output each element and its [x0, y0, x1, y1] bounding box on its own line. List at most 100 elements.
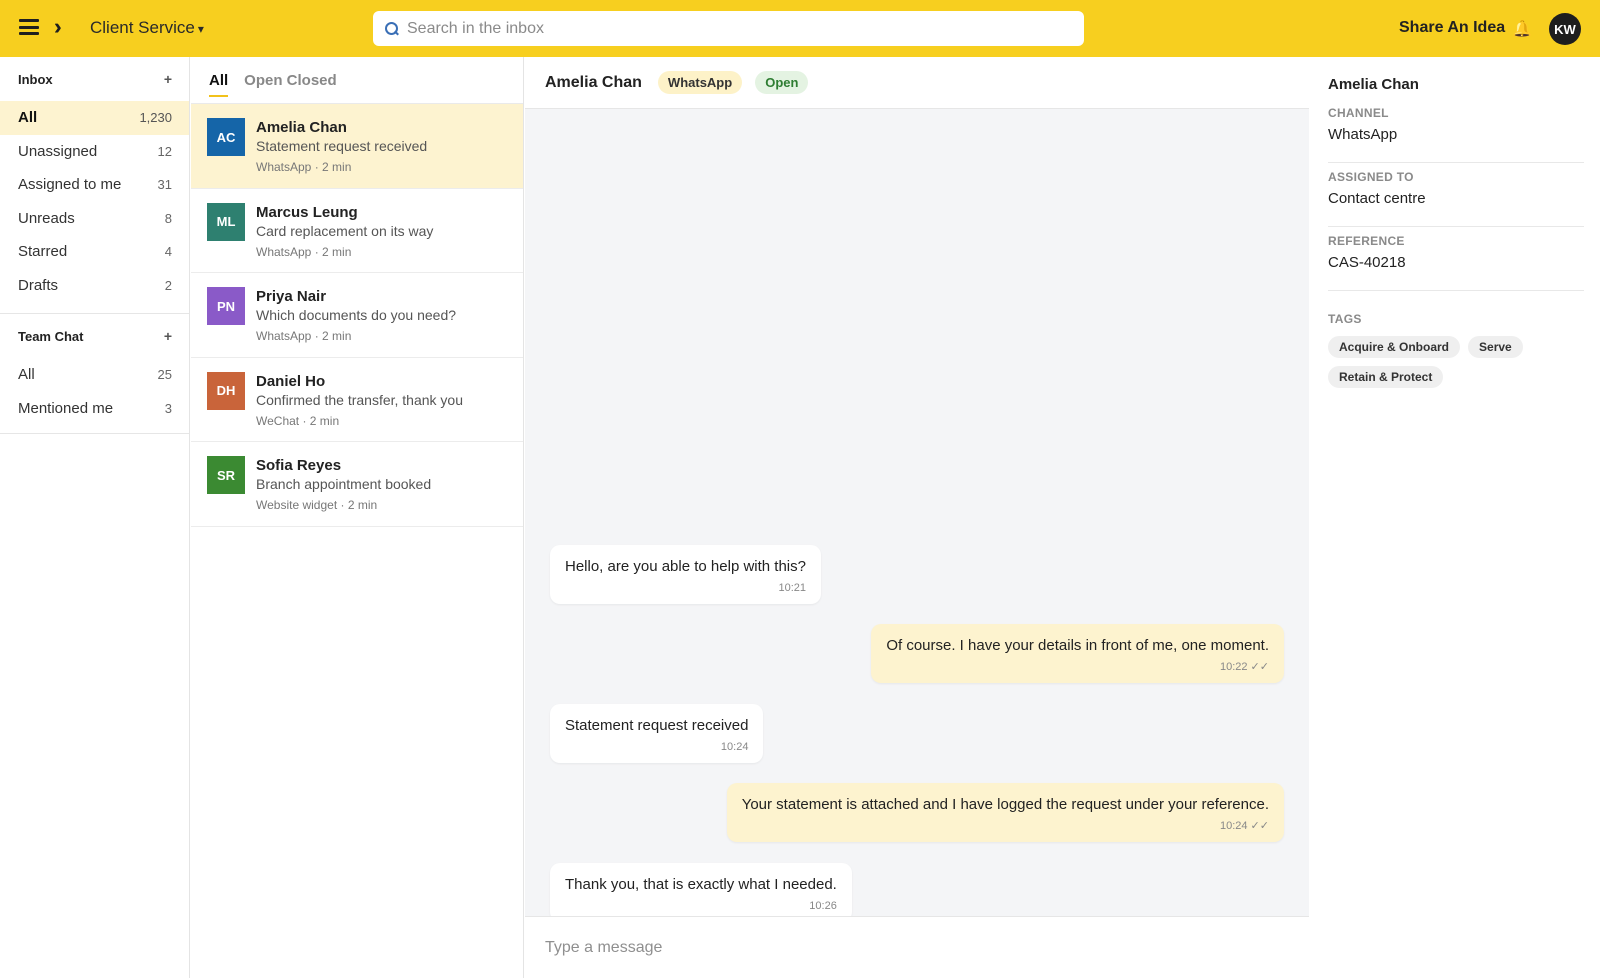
- count-badge: 2: [164, 277, 172, 293]
- conversation-body: Sofia Reyes Branch appointment booked Webs…: [256, 456, 431, 526]
- conversation-meta: WhatsApp · 2 min: [256, 244, 352, 259]
- message-input[interactable]: [545, 938, 1245, 957]
- outgoing-message: Your statement is attached and I have lo…: [726, 783, 1284, 842]
- detail-label: REFERENCE: [1328, 234, 1405, 248]
- expand-sidebar-icon[interactable]: ››: [54, 15, 59, 39]
- add-team-chat-icon[interactable]: +: [164, 328, 172, 344]
- workspace-label: Client Service: [90, 18, 195, 37]
- message-timestamp: 10:21: [778, 582, 806, 594]
- conversation-body: Daniel Ho Confirmed the transfer, thank y…: [256, 372, 463, 442]
- count-badge: 3: [164, 400, 172, 416]
- conversation-item[interactable]: DH Daniel Ho Confirmed the transfer, thank…: [191, 358, 523, 442]
- tag-chip[interactable]: Retain & Protect: [1328, 366, 1444, 388]
- count-badge: 12: [157, 143, 172, 159]
- message-preview: Confirmed the transfer, thank you: [256, 391, 463, 408]
- message-preview: Which documents do you need?: [256, 307, 457, 323]
- message-timestamp: 10:24: [720, 741, 749, 753]
- sidebar-item-label: Assigned to me: [18, 176, 122, 194]
- chevron-down-icon: ▾: [197, 22, 204, 36]
- add-inbox-icon[interactable]: +: [164, 71, 172, 87]
- sidebar-item-label: Unassigned: [18, 142, 98, 160]
- incoming-message: Statement request received 10:24: [550, 704, 764, 763]
- menu-icon[interactable]: [19, 19, 39, 35]
- inbox-section: Inbox + All 1,230 Unassigned 12 Assigned to …: [0, 57, 189, 314]
- sidebar-item-label: All: [18, 366, 35, 384]
- contact-details-panel: Amelia Chan CHANNEL WhatsApp ASSIGNED TO Co…: [1310, 57, 1600, 978]
- count-badge: 8: [164, 210, 172, 226]
- conversation-item[interactable]: AC Amelia Chan Statement request received W…: [191, 104, 523, 189]
- tab-all[interactable]: All: [209, 57, 229, 104]
- contact-avatar: SR: [207, 456, 245, 494]
- composer: [525, 916, 1309, 978]
- conversation-meta: WeChat · 2 min: [256, 413, 340, 428]
- incoming-message: Thank you, that is exactly what I needed…: [550, 863, 852, 922]
- inbox-item-unassigned[interactable]: Unassigned 12: [0, 135, 189, 169]
- tag-chip[interactable]: Acquire & Onboard: [1328, 336, 1461, 358]
- bell-icon[interactable]: 🔔: [1512, 19, 1532, 39]
- conversation-item[interactable]: SR Sofia Reyes Branch appointment booked We…: [191, 442, 523, 527]
- incoming-message: Hello, are you able to help with this? 10…: [550, 545, 821, 604]
- conversation-meta: WhatsApp · 2 min: [256, 329, 352, 343]
- detail-reference: REFERENCE CAS-40218: [1328, 227, 1584, 291]
- inbox-header: Inbox +: [0, 57, 189, 101]
- workspace-switcher[interactable]: Client Service ▾: [90, 18, 204, 38]
- tag-chip[interactable]: Serve: [1468, 336, 1523, 358]
- share-idea-button[interactable]: Share An Idea: [1399, 19, 1505, 37]
- message-timestamp: 10:24 ✓✓: [1219, 820, 1269, 832]
- message-text: Thank you, that is exactly what I needed…: [565, 876, 837, 893]
- contact-avatar: AC: [207, 118, 245, 156]
- team-chat-title: Team Chat: [18, 328, 84, 344]
- message-timestamp: 10:22 ✓✓: [1219, 661, 1269, 673]
- chat-contact-name: Amelia Chan: [545, 73, 642, 91]
- message-preview: Card replacement on its way: [256, 222, 434, 239]
- contact-name: Sofia Reyes: [256, 457, 342, 474]
- message-preview: Statement request received: [256, 138, 428, 154]
- inbox-item-starred[interactable]: Starred 4: [0, 235, 189, 269]
- user-avatar[interactable]: KW: [1549, 13, 1581, 45]
- team-chat-item-mentioned-me[interactable]: Mentioned me 3: [0, 392, 189, 426]
- message-text: Statement request received: [565, 717, 749, 734]
- conversation-tabs: All Open Closed: [191, 57, 523, 104]
- search-input[interactable]: [407, 19, 1047, 38]
- contact-name: Daniel Ho: [256, 372, 326, 390]
- inbox-item-drafts[interactable]: Drafts 2: [0, 269, 189, 303]
- detail-label: ASSIGNED TO: [1328, 170, 1414, 184]
- conversation-meta: Website widget · 2 min: [256, 498, 378, 512]
- conversation-body: Marcus Leung Card replacement on its way W…: [256, 203, 433, 273]
- chat-header: Amelia Chan WhatsApp Open: [525, 57, 1309, 109]
- sidebar-item-label: Drafts: [18, 276, 59, 294]
- conversation-item[interactable]: PN Priya Nair Which documents do you need?…: [191, 273, 523, 358]
- conversation-body: Amelia Chan Statement request received Wha…: [256, 118, 427, 188]
- status-badge[interactable]: Open: [755, 71, 809, 94]
- chat-panel: Amelia Chan WhatsApp Open Hello, are you…: [525, 57, 1309, 978]
- message-text: Of course. I have your details in front …: [886, 637, 1269, 654]
- details-contact-name: Amelia Chan: [1328, 76, 1419, 93]
- conversation-meta: WhatsApp · 2 min: [256, 160, 352, 174]
- count-badge: 25: [157, 367, 172, 383]
- contact-avatar: PN: [207, 287, 245, 325]
- message-text: Hello, are you able to help with this?: [565, 558, 806, 575]
- contact-name: Marcus Leung: [256, 203, 358, 221]
- contact-avatar: DH: [207, 371, 245, 410]
- detail-value: CAS-40218: [1328, 254, 1406, 271]
- tag-list: Acquire & Onboard Serve Retain & Protect: [1328, 336, 1584, 396]
- channel-badge: WhatsApp: [657, 71, 743, 94]
- team-chat-item-all[interactable]: All 25: [0, 358, 189, 392]
- search-bar: [373, 11, 1084, 46]
- message-preview: Branch appointment booked: [256, 476, 432, 492]
- detail-channel: CHANNEL WhatsApp: [1328, 99, 1584, 163]
- conversation-body: Priya Nair Which documents do you need? Wh…: [256, 287, 456, 357]
- contact-name: Amelia Chan: [256, 119, 347, 136]
- conversation-item[interactable]: ML Marcus Leung Card replacement on its wa…: [191, 189, 523, 273]
- inbox-item-all[interactable]: All 1,230: [0, 101, 189, 135]
- tab-open-closed[interactable]: Open Closed: [244, 57, 337, 104]
- message-timestamp: 10:26: [809, 900, 837, 912]
- detail-value: WhatsApp: [1328, 126, 1398, 143]
- sidebar-item-label: Unreads: [18, 209, 75, 227]
- tags-label: TAGS: [1328, 312, 1362, 326]
- inbox-item-assigned-to-me[interactable]: Assigned to me 31: [0, 168, 189, 202]
- inbox-item-unreads[interactable]: Unreads 8: [0, 202, 189, 236]
- detail-label: CHANNEL: [1328, 106, 1389, 120]
- top-bar: ›› Client Service▾ Share An Idea 🔔 KW: [0, 0, 1600, 57]
- inbox-title: Inbox: [18, 71, 53, 87]
